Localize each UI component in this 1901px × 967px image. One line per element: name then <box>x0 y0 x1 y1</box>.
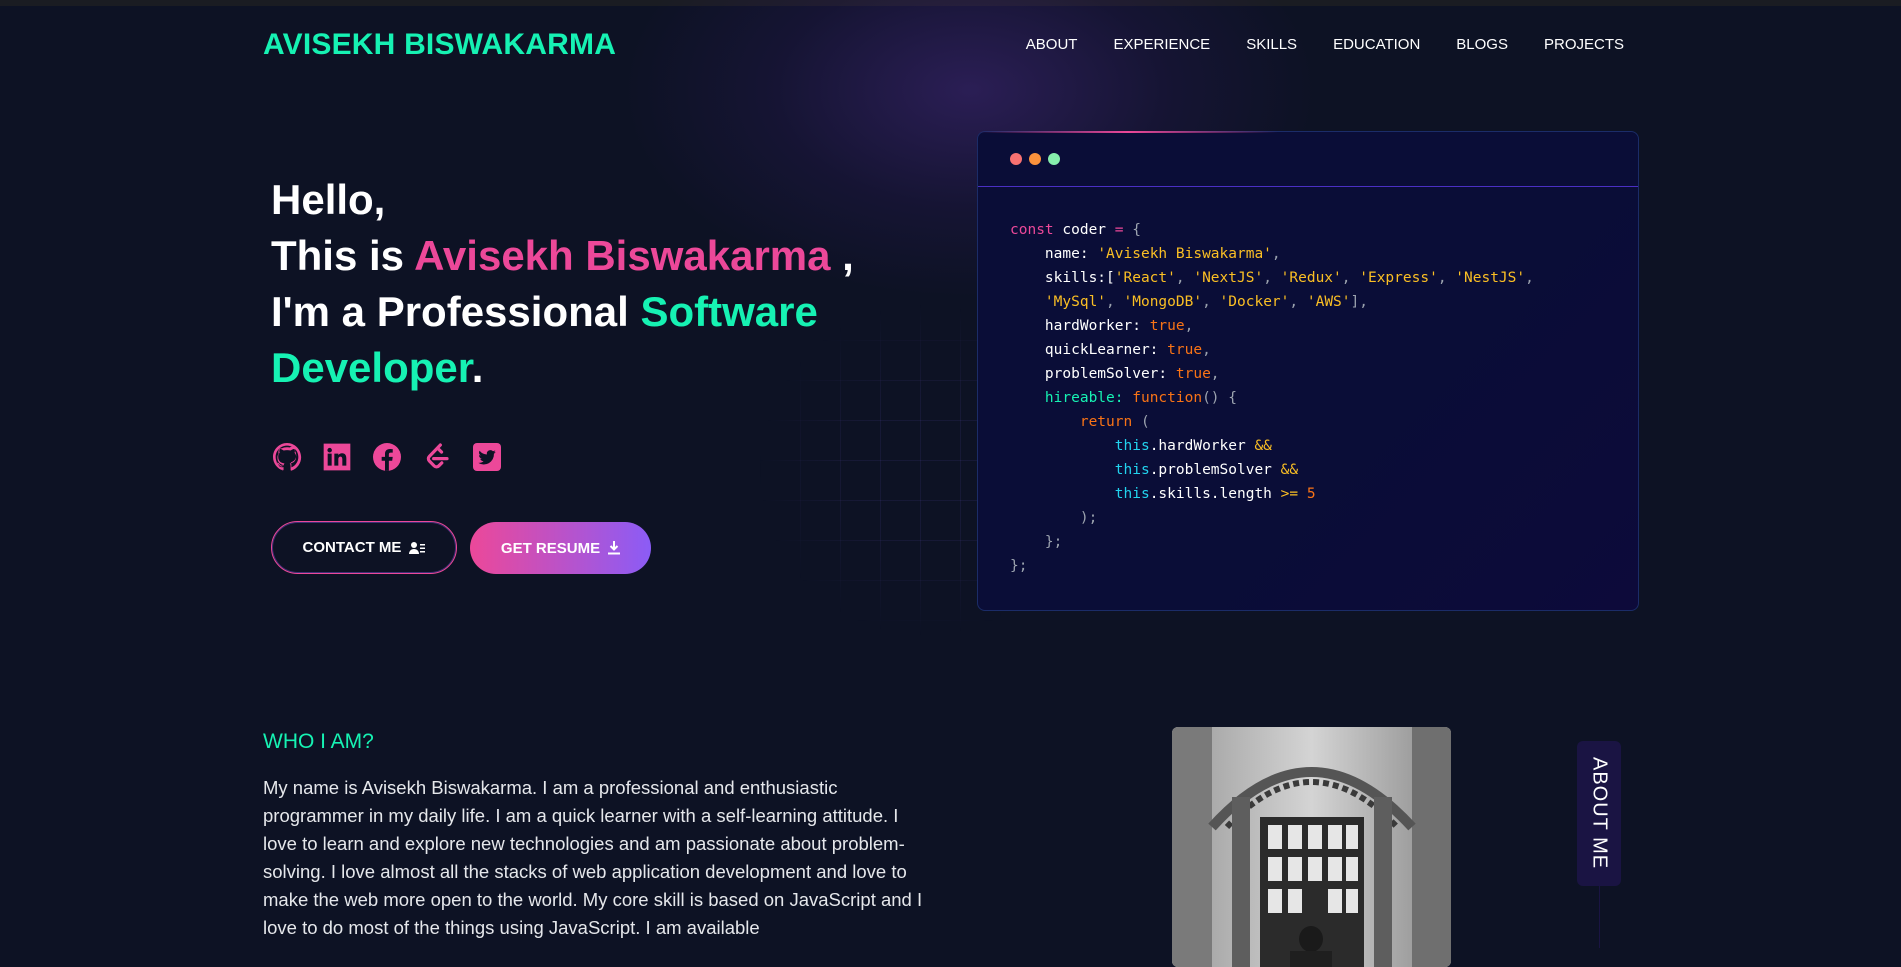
code-snippet: const coder = { name: 'Avisekh Biswakarm… <box>1010 222 1534 574</box>
about-heading: WHO I AM? <box>263 730 374 753</box>
about-me-tab: ABOUT ME <box>1577 741 1621 886</box>
hero-heading: Hello, This is Avisekh Biswakarma , I'm … <box>271 172 911 396</box>
code-window-titlebar <box>978 132 1638 187</box>
get-resume-button[interactable]: GET RESUME <box>470 522 651 574</box>
hero-intro: This is <box>271 232 415 279</box>
facebook-icon[interactable] <box>371 441 403 473</box>
linkedin-icon[interactable] <box>321 441 353 473</box>
hero-greeting: Hello, <box>271 176 386 223</box>
window-dots <box>1010 153 1060 165</box>
nav-experience[interactable]: EXPERIENCE <box>1113 36 1210 53</box>
nav-education[interactable]: EDUCATION <box>1333 36 1420 53</box>
nav-projects[interactable]: PROJECTS <box>1544 36 1624 53</box>
hero-role-prefix: I'm a Professional <box>271 288 641 335</box>
hero-period: . <box>471 344 484 391</box>
window-dot-green <box>1048 153 1060 165</box>
contact-me-label: CONTACT ME <box>302 539 402 556</box>
leetcode-icon[interactable] <box>421 441 453 473</box>
nav-blogs[interactable]: BLOGS <box>1456 36 1508 53</box>
contact-card-icon <box>409 541 426 554</box>
get-resume-label: GET RESUME <box>500 539 601 557</box>
profile-photo <box>1172 727 1451 967</box>
hero-name: Avisekh Biswakarma <box>414 232 831 279</box>
contact-me-button[interactable]: CONTACT ME <box>271 521 457 574</box>
window-dot-red <box>1010 153 1022 165</box>
about-description: My name is Avisekh Biswakarma. I am a pr… <box>263 777 923 938</box>
about-me-tab-label: ABOUT ME <box>1588 757 1611 870</box>
about-tab-line <box>1599 886 1600 948</box>
nav-about[interactable]: ABOUT <box>1026 36 1078 53</box>
main-nav: ABOUT EXPERIENCE SKILLS EDUCATION BLOGS … <box>1026 36 1624 53</box>
top-border <box>0 0 1901 6</box>
code-window: const coder = { name: 'Avisekh Biswakarm… <box>977 131 1639 611</box>
window-dot-orange <box>1029 153 1041 165</box>
nav-skills[interactable]: SKILLS <box>1246 36 1297 53</box>
hero-comma: , <box>830 232 854 279</box>
github-icon[interactable] <box>271 441 303 473</box>
twitter-icon[interactable] <box>471 441 503 473</box>
download-icon <box>608 541 621 555</box>
hero-title: Hello, This is Avisekh Biswakarma , I'm … <box>271 172 911 396</box>
social-links <box>271 441 503 473</box>
brand-logo[interactable]: AVISEKH BISWAKARMA <box>263 28 616 62</box>
